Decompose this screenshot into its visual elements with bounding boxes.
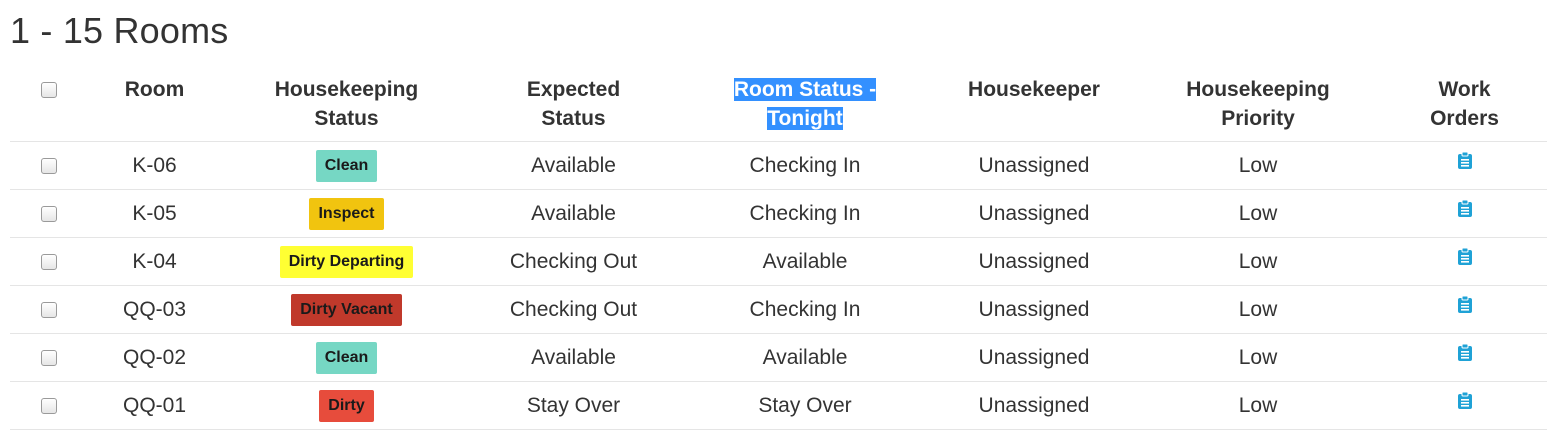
- housekeeper: Unassigned: [934, 189, 1134, 238]
- housekeeping-priority: Low: [1134, 285, 1382, 334]
- work-orders-cell: [1382, 141, 1547, 190]
- work-orders-cell: [1382, 333, 1547, 382]
- room-status-tonight: Available: [676, 333, 934, 382]
- column-header-housekeeping-status-line1: Housekeeping: [274, 78, 419, 101]
- row-checkbox[interactable]: [40, 349, 57, 366]
- column-header-room-status-line2: Tonight: [767, 107, 843, 130]
- column-header-priority-line1: Housekeeping: [1186, 78, 1330, 101]
- housekeeper: Unassigned: [934, 333, 1134, 382]
- row-checkbox[interactable]: [40, 205, 57, 222]
- expected-status: Available: [471, 189, 676, 238]
- room-status-tonight: Stay Over: [676, 381, 934, 430]
- column-header-expected-status[interactable]: Expected Status: [471, 70, 676, 142]
- expected-status: Checking Out: [471, 237, 676, 286]
- clipboard-icon[interactable]: [1457, 199, 1473, 223]
- column-header-work-orders-line2: Orders: [1430, 107, 1499, 130]
- housekeeping-status-cell: Inspect: [222, 189, 471, 238]
- room-number: K-05: [87, 189, 222, 238]
- column-header-room-status-line1: Room Status -: [733, 78, 877, 101]
- table-row[interactable]: QQ-01 Dirty Stay Over Stay Over Unassign…: [10, 381, 1547, 430]
- housekeeper: Unassigned: [934, 285, 1134, 334]
- column-header-room-status-tonight[interactable]: Room Status - Tonight: [676, 70, 934, 142]
- housekeeper: Unassigned: [934, 237, 1134, 286]
- column-header-housekeeping-status[interactable]: Housekeeping Status: [222, 70, 471, 142]
- clipboard-icon[interactable]: [1457, 247, 1473, 271]
- room-status-tonight: Checking In: [676, 141, 934, 190]
- housekeeper: Unassigned: [934, 141, 1134, 190]
- table-row[interactable]: K-06 Clean Available Checking In Unassig…: [10, 141, 1547, 190]
- room-status-tonight: Checking In: [676, 189, 934, 238]
- column-header-housekeeper-label: Housekeeper: [968, 78, 1100, 101]
- work-orders-cell: [1382, 237, 1547, 286]
- column-header-priority-line2: Priority: [1221, 107, 1295, 130]
- room-number: K-06: [87, 141, 222, 190]
- housekeeping-status-badge[interactable]: Clean: [315, 149, 378, 182]
- row-checkbox[interactable]: [40, 397, 57, 414]
- column-header-housekeeping-status-line2: Status: [314, 107, 379, 130]
- clipboard-icon[interactable]: [1457, 391, 1473, 415]
- row-checkbox[interactable]: [40, 301, 57, 318]
- work-orders-cell: [1382, 285, 1547, 334]
- clipboard-icon[interactable]: [1457, 151, 1473, 175]
- housekeeping-priority: Low: [1134, 237, 1382, 286]
- clipboard-icon[interactable]: [1457, 343, 1473, 367]
- room-status-tonight: Checking In: [676, 285, 934, 334]
- table-row[interactable]: K-05 Inspect Available Checking In Unass…: [10, 189, 1547, 238]
- select-all-cell: [10, 70, 87, 142]
- column-header-expected-status-line2: Status: [541, 107, 606, 130]
- work-orders-cell: [1382, 381, 1547, 430]
- table-row[interactable]: K-04 Dirty Departing Checking Out Availa…: [10, 237, 1547, 286]
- room-number: QQ-01: [87, 381, 222, 430]
- housekeeping-status-badge[interactable]: Dirty: [319, 389, 374, 422]
- expected-status: Available: [471, 141, 676, 190]
- row-checkbox[interactable]: [40, 253, 57, 270]
- table-row[interactable]: QQ-02 Clean Available Available Unassign…: [10, 333, 1547, 382]
- column-header-room-label: Room: [124, 78, 185, 101]
- expected-status: Available: [471, 333, 676, 382]
- table-row[interactable]: QQ-03 Dirty Vacant Checking Out Checking…: [10, 285, 1547, 334]
- column-header-expected-status-line1: Expected: [526, 78, 621, 101]
- expected-status: Stay Over: [471, 381, 676, 430]
- housekeeping-status-badge[interactable]: Dirty Vacant: [291, 293, 402, 326]
- row-select-cell: [10, 333, 87, 382]
- housekeeping-priority: Low: [1134, 381, 1382, 430]
- rooms-table: Room Housekeeping Status Expected Status…: [10, 70, 1547, 430]
- row-select-cell: [10, 285, 87, 334]
- clipboard-icon[interactable]: [1457, 295, 1473, 319]
- row-checkbox[interactable]: [40, 157, 57, 174]
- housekeeping-status-cell: Dirty Vacant: [222, 285, 471, 334]
- row-select-cell: [10, 237, 87, 286]
- housekeeping-status-cell: Dirty Departing: [222, 237, 471, 286]
- work-orders-cell: [1382, 189, 1547, 238]
- housekeeping-status-badge[interactable]: Inspect: [309, 197, 384, 230]
- row-select-cell: [10, 141, 87, 190]
- housekeeping-priority: Low: [1134, 333, 1382, 382]
- page-title: 1 - 15 Rooms: [10, 10, 229, 51]
- housekeeping-priority: Low: [1134, 141, 1382, 190]
- housekeeping-status-badge[interactable]: Dirty Departing: [279, 245, 414, 278]
- room-status-tonight: Available: [676, 237, 934, 286]
- housekeeping-status-badge[interactable]: Clean: [315, 341, 378, 374]
- housekeeper: Unassigned: [934, 381, 1134, 430]
- housekeeping-status-cell: Dirty: [222, 381, 471, 430]
- column-header-housekeeper[interactable]: Housekeeper: [934, 70, 1134, 142]
- row-select-cell: [10, 189, 87, 238]
- column-header-housekeeping-priority[interactable]: Housekeeping Priority: [1134, 70, 1382, 142]
- room-number: QQ-02: [87, 333, 222, 382]
- column-header-work-orders[interactable]: Work Orders: [1382, 70, 1547, 142]
- table-header-row: Room Housekeeping Status Expected Status…: [10, 70, 1547, 142]
- room-number: QQ-03: [87, 285, 222, 334]
- housekeeping-status-cell: Clean: [222, 333, 471, 382]
- expected-status: Checking Out: [471, 285, 676, 334]
- housekeeping-priority: Low: [1134, 189, 1382, 238]
- housekeeping-status-cell: Clean: [222, 141, 471, 190]
- select-all-checkbox[interactable]: [40, 82, 57, 99]
- column-header-room[interactable]: Room: [87, 70, 222, 142]
- room-number: K-04: [87, 237, 222, 286]
- row-select-cell: [10, 381, 87, 430]
- column-header-work-orders-line1: Work: [1438, 78, 1491, 101]
